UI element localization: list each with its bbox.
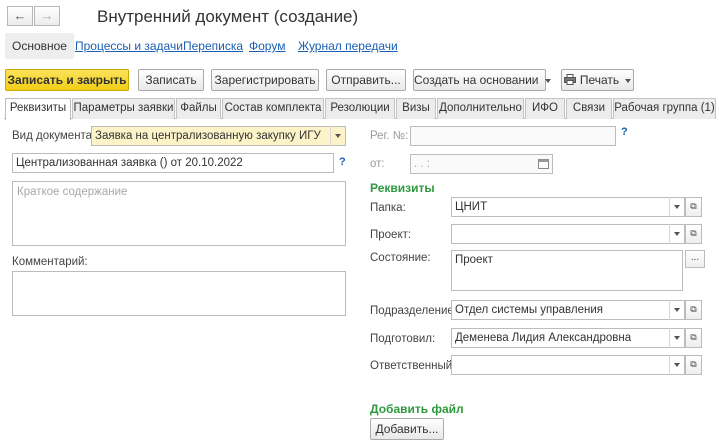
create-based-on-label: Создать на основании bbox=[414, 73, 539, 87]
comment-label: Комментарий: bbox=[12, 256, 88, 268]
tab-ifo[interactable]: ИФО bbox=[525, 98, 565, 119]
tab-visas[interactable]: Визы bbox=[396, 98, 436, 119]
chevron-down-icon[interactable] bbox=[330, 126, 344, 146]
save-button[interactable]: Записать bbox=[138, 69, 204, 91]
add-file-button[interactable]: Добавить... bbox=[370, 418, 444, 440]
chevron-down-icon[interactable] bbox=[669, 224, 683, 244]
summary-placeholder: Краткое содержание bbox=[17, 186, 128, 198]
chevron-down-icon bbox=[625, 78, 632, 83]
tab-kit-contents[interactable]: Состав комплекта bbox=[222, 98, 324, 119]
tab-resolutions[interactable]: Резолюции bbox=[325, 98, 395, 119]
responsible-select[interactable] bbox=[451, 355, 685, 375]
folder-label: Папка: bbox=[370, 202, 406, 214]
state-field[interactable]: Проект bbox=[451, 250, 683, 291]
section-correspondence[interactable]: Переписка bbox=[183, 33, 243, 59]
section-forum[interactable]: Форум bbox=[249, 33, 285, 59]
tab-files[interactable]: Файлы bbox=[176, 98, 221, 119]
open-icon[interactable]: ⧉ bbox=[685, 355, 702, 375]
section-processes[interactable]: Процессы и задачи bbox=[75, 33, 183, 59]
open-icon[interactable]: ⧉ bbox=[685, 328, 702, 348]
prepared-by-value: Деменева Лидия Александровна bbox=[455, 332, 632, 344]
subject-value: Централизованная заявка () от 20.10.2022 bbox=[16, 157, 243, 169]
department-select[interactable]: Отдел системы управления bbox=[451, 300, 685, 320]
page-title: Внутренний документ (создание) bbox=[97, 7, 359, 26]
calendar-icon[interactable] bbox=[538, 158, 549, 169]
open-icon[interactable]: ⧉ bbox=[685, 197, 702, 217]
tab-request-params[interactable]: Параметры заявки bbox=[72, 98, 175, 119]
back-button[interactable]: ← bbox=[7, 6, 33, 26]
summary-textarea[interactable]: Краткое содержание bbox=[12, 181, 346, 246]
open-icon[interactable]: ⧉ bbox=[685, 224, 702, 244]
project-select[interactable] bbox=[451, 224, 685, 244]
section-transfer-log[interactable]: Журнал передачи bbox=[298, 33, 398, 59]
reg-date-mask: . . : bbox=[414, 158, 430, 170]
reg-no-label: Рег. №: bbox=[370, 130, 409, 142]
help-icon[interactable]: ? bbox=[621, 126, 628, 138]
open-icon[interactable]: ⧉ bbox=[685, 300, 702, 320]
chevron-down-icon[interactable] bbox=[669, 355, 683, 375]
tab-additional[interactable]: Дополнительно bbox=[437, 98, 524, 119]
comment-textarea[interactable] bbox=[12, 271, 346, 316]
doc-type-value: Заявка на централизованную закупку ИГУ bbox=[95, 130, 321, 142]
help-icon[interactable]: ? bbox=[339, 156, 346, 168]
project-label: Проект: bbox=[370, 229, 412, 241]
chevron-down-icon[interactable] bbox=[669, 328, 683, 348]
state-value: Проект bbox=[455, 254, 493, 266]
save-and-close-button[interactable]: Записать и закрыть bbox=[5, 69, 129, 91]
reg-date-label: от: bbox=[370, 158, 385, 170]
register-button[interactable]: Зарегистрировать bbox=[211, 69, 319, 91]
chevron-down-icon bbox=[544, 78, 551, 83]
reg-date-input[interactable]: . . : bbox=[410, 154, 553, 174]
arrow-left-icon: ← bbox=[13, 8, 27, 23]
state-label: Состояние: bbox=[370, 252, 431, 264]
doc-type-label: Вид документа: bbox=[12, 130, 96, 142]
state-select-button[interactable]: ... bbox=[685, 250, 705, 268]
create-based-on-button[interactable]: Создать на основании bbox=[413, 69, 551, 91]
doc-type-select[interactable]: Заявка на централизованную закупку ИГУ bbox=[91, 126, 346, 146]
chevron-down-icon[interactable] bbox=[669, 300, 683, 320]
department-value: Отдел системы управления bbox=[455, 304, 604, 316]
forward-button[interactable]: → bbox=[34, 6, 60, 26]
tab-links[interactable]: Связи bbox=[566, 98, 612, 119]
print-button[interactable]: Печать bbox=[561, 69, 634, 91]
folder-select[interactable]: ЦНИТ bbox=[451, 197, 685, 217]
tab-requisites[interactable]: Реквизиты bbox=[5, 98, 71, 120]
section-main[interactable]: Основное bbox=[5, 33, 74, 59]
reg-no-input[interactable] bbox=[410, 126, 616, 146]
add-file-header: Добавить файл bbox=[370, 402, 464, 416]
responsible-label: Ответственный: bbox=[370, 360, 456, 372]
printer-icon bbox=[563, 74, 576, 85]
prepared-by-select[interactable]: Деменева Лидия Александровна bbox=[451, 328, 685, 348]
arrow-right-icon: → bbox=[40, 8, 54, 23]
tab-workgroup[interactable]: Рабочая группа (1) bbox=[613, 98, 716, 119]
chevron-down-icon[interactable] bbox=[669, 197, 683, 217]
details-header: Реквизиты bbox=[370, 181, 435, 195]
subject-input[interactable]: Централизованная заявка () от 20.10.2022 bbox=[12, 153, 334, 173]
department-label: Подразделение: bbox=[370, 305, 457, 317]
send-button[interactable]: Отправить... bbox=[326, 69, 406, 91]
prepared-by-label: Подготовил: bbox=[370, 333, 436, 345]
folder-value: ЦНИТ bbox=[455, 201, 488, 213]
print-label: Печать bbox=[579, 73, 620, 87]
